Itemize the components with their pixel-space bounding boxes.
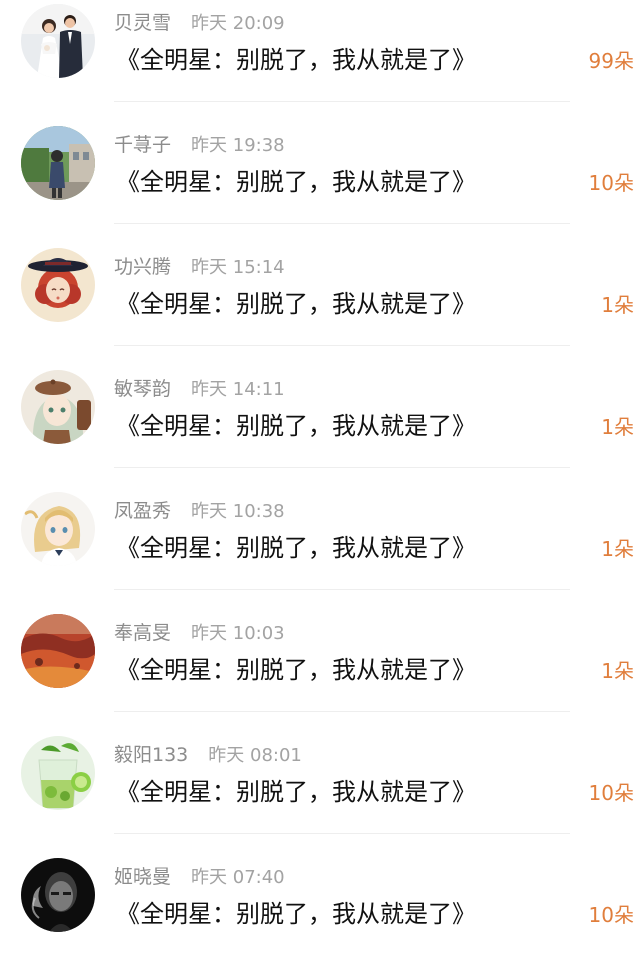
timestamp: 昨天 14:11 [191, 379, 285, 400]
flower-count: 10朵 [588, 903, 634, 927]
timestamp: 昨天 08:01 [208, 745, 302, 766]
user-name[interactable]: 奉高旻 [114, 622, 171, 644]
user-name[interactable]: 贝灵雪 [114, 12, 171, 34]
book-title[interactable]: 《全明星：别脱了，我从就是了》 [116, 652, 476, 688]
user-name[interactable]: 凤盈秀 [114, 500, 171, 522]
list-item[interactable]: 奉高旻 昨天 10:03 《全明星：别脱了，我从就是了》 1朵 [0, 610, 640, 732]
mojito-drink-avatar[interactable] [21, 736, 95, 810]
book-title[interactable]: 《全明星：别脱了，我从就是了》 [116, 42, 476, 78]
autumn-landscape-avatar[interactable] [21, 614, 95, 688]
gift-record-list: 贝灵雪昨天 20:09 《全明星：别脱了，我从就是了》 99朵 千荨子昨天 [0, 0, 640, 958]
flower-count: 10朵 [588, 171, 634, 195]
user-name[interactable]: 功兴腾 [114, 256, 171, 278]
timestamp: 昨天 10:03 [191, 623, 285, 644]
list-item[interactable]: 敏琴韵 昨天 14:11 《全明星：别脱了，我从就是了》 1朵 [0, 366, 640, 488]
user-name[interactable]: 姬晓曼 [114, 866, 171, 888]
anime-girl-beret-avatar[interactable] [21, 370, 95, 444]
divider [114, 589, 570, 590]
timestamp: 昨天 10:38 [191, 501, 285, 522]
anime-blonde-girl-avatar[interactable] [21, 492, 95, 566]
divider [114, 345, 570, 346]
list-item[interactable]: 凤盈秀 昨天 10:38 《全明星：别脱了，我从就是了》 1朵 [0, 488, 640, 610]
timestamp: 昨天 07:40 [191, 867, 285, 888]
divider [114, 833, 570, 834]
timestamp: 昨天 19:38 [191, 135, 285, 156]
list-item[interactable]: 毅阳133 昨天 08:01 《全明星：别脱了，我从就是了》 10朵 [0, 732, 640, 854]
divider [114, 101, 570, 102]
anime-redhead-hat-avatar[interactable] [21, 248, 95, 322]
list-item[interactable]: 千荨子 昨天 19:38 《全明星：别脱了，我从就是了》 10朵 [0, 122, 640, 244]
flower-count: 1朵 [601, 415, 634, 439]
divider [114, 223, 570, 224]
smoking-man-avatar[interactable] [21, 858, 95, 932]
book-title[interactable]: 《全明星：别脱了，我从就是了》 [116, 164, 476, 200]
book-title[interactable]: 《全明星：别脱了，我从就是了》 [116, 286, 476, 322]
flower-count: 99朵 [588, 49, 634, 73]
divider [114, 711, 570, 712]
user-name[interactable]: 敏琴韵 [114, 378, 171, 400]
street-girl-avatar[interactable] [21, 126, 95, 200]
book-title[interactable]: 《全明星：别脱了，我从就是了》 [116, 896, 476, 932]
user-name[interactable]: 毅阳133 [114, 744, 188, 766]
wedding-couple-avatar[interactable] [21, 4, 95, 78]
book-title[interactable]: 《全明星：别脱了，我从就是了》 [116, 530, 476, 566]
flower-count: 1朵 [601, 537, 634, 561]
user-name[interactable]: 千荨子 [114, 134, 171, 156]
list-item[interactable]: 贝灵雪 昨天 20:09 《全明星：别脱了，我从就是了》 99朵 [0, 0, 640, 122]
book-title[interactable]: 《全明星：别脱了，我从就是了》 [116, 408, 476, 444]
list-item[interactable]: 功兴腾 昨天 15:14 《全明星：别脱了，我从就是了》 1朵 [0, 244, 640, 366]
book-title[interactable]: 《全明星：别脱了，我从就是了》 [116, 774, 476, 810]
divider [114, 467, 570, 468]
timestamp: 昨天 20:09 [191, 13, 285, 34]
flower-count: 10朵 [588, 781, 634, 805]
flower-count: 1朵 [601, 293, 634, 317]
flower-count: 1朵 [601, 659, 634, 683]
timestamp: 昨天 15:14 [191, 257, 285, 278]
